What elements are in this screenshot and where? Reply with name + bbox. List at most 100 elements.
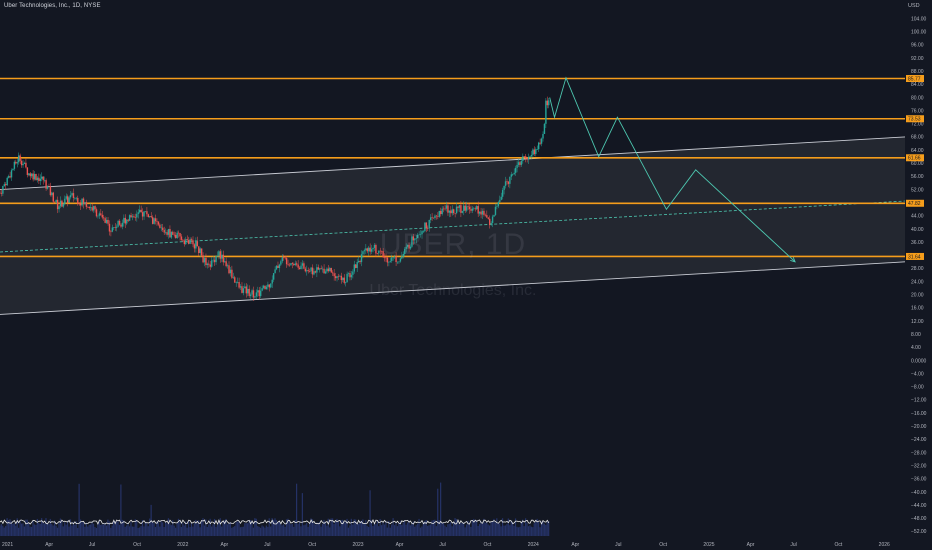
y-tick-label: 44.00	[911, 214, 924, 220]
candle-body	[232, 277, 235, 278]
volume-bar	[415, 525, 417, 536]
volume-bar	[372, 526, 374, 536]
candle-body	[156, 221, 158, 222]
candle-body	[484, 214, 487, 216]
candle-body	[535, 149, 537, 155]
candle-body	[66, 196, 69, 203]
candle-body	[126, 219, 128, 224]
volume-bar	[200, 521, 203, 536]
volume-bar	[283, 524, 285, 536]
candle-body	[94, 206, 96, 210]
volume-bar	[350, 518, 352, 536]
candle-body	[297, 264, 299, 268]
candle-body	[71, 193, 73, 196]
volume-bar	[5, 526, 7, 536]
volume-bar	[453, 522, 455, 536]
candle-body	[226, 265, 229, 267]
volume-bar	[0, 525, 1, 536]
volume-bar	[506, 524, 508, 536]
candle-body	[435, 215, 438, 217]
volume-bar	[166, 523, 168, 536]
candle-body	[75, 197, 78, 199]
candle-body	[82, 198, 85, 205]
candle-body	[314, 271, 317, 273]
candle-body	[85, 202, 88, 207]
volume-bar	[408, 520, 410, 536]
volume-bar	[357, 523, 360, 536]
volume-bar	[296, 483, 298, 536]
volume-bar	[262, 526, 265, 536]
volume-bar	[520, 522, 522, 536]
volume-bar	[12, 523, 14, 536]
y-tick-label: 36.00	[911, 240, 924, 246]
volume-bar	[208, 524, 210, 536]
y-tick-label: −52.00	[911, 529, 927, 535]
volume-bar	[334, 521, 337, 536]
volume-bar	[293, 526, 295, 536]
volume-bar	[352, 524, 354, 536]
volume-bar	[383, 524, 386, 536]
candle-body	[513, 172, 515, 175]
volume-bar	[212, 524, 214, 536]
volume-bar	[461, 523, 463, 536]
candle-body	[45, 180, 47, 189]
candle-body	[323, 268, 325, 274]
volume-bar	[192, 526, 194, 536]
volume-bar	[406, 522, 409, 536]
volume-bar	[231, 527, 233, 536]
volume-bar	[532, 527, 534, 536]
candle-body	[90, 207, 92, 209]
candle-body	[448, 210, 451, 213]
candle-body	[120, 224, 122, 227]
candle-body	[6, 177, 8, 186]
volume-bar	[87, 526, 89, 536]
candle-body	[510, 174, 513, 177]
candle-body	[490, 222, 492, 226]
candle-body	[137, 212, 139, 214]
candle-body	[533, 149, 536, 155]
candle-body	[79, 203, 82, 206]
y-tick-label: −36.00	[911, 477, 927, 483]
candle-body	[130, 215, 132, 218]
candle-body	[294, 263, 296, 266]
candle-body	[298, 267, 301, 269]
candle-body	[537, 142, 540, 150]
volume-bar	[539, 527, 541, 536]
y-tick-label: 80.00	[911, 95, 924, 101]
candle-body	[339, 275, 341, 277]
volume-bar	[404, 520, 406, 536]
candle-body	[347, 273, 350, 274]
volume-bar	[504, 525, 507, 536]
volume-bar	[300, 526, 302, 536]
volume-bar	[507, 518, 509, 536]
candle-body	[454, 213, 456, 214]
volume-bar	[526, 522, 528, 536]
candle-body	[438, 210, 440, 217]
candle-body	[30, 173, 33, 177]
candle-body	[275, 265, 278, 270]
volume-bar	[445, 527, 447, 536]
candle-body	[461, 211, 464, 213]
volume-bar	[28, 523, 30, 536]
volume-bar	[10, 521, 13, 536]
volume-bar	[131, 526, 134, 536]
candle-body	[149, 216, 151, 218]
x-tick-label: 2021	[2, 542, 13, 548]
volume-bar	[490, 522, 492, 536]
x-tick-label: 2025	[703, 542, 714, 548]
volume-bar	[180, 526, 182, 536]
candle-body	[72, 193, 75, 199]
x-tick-label: Oct	[484, 542, 492, 548]
price-chart[interactable]: 104.00 100.00 96.00 92.00 88.00 84.00 80.00 76.…	[0, 0, 932, 550]
volume-bar	[523, 526, 525, 536]
volume-bar	[435, 526, 437, 536]
y-tick-label: −48.00	[911, 516, 927, 522]
volume-bar	[517, 527, 520, 536]
candle-body	[499, 199, 501, 203]
candle-body	[468, 206, 471, 210]
candle-body	[321, 268, 324, 270]
candle-body	[157, 221, 160, 225]
volume-bar	[484, 522, 486, 536]
volume-bar	[36, 518, 38, 536]
candle-body	[151, 217, 154, 224]
